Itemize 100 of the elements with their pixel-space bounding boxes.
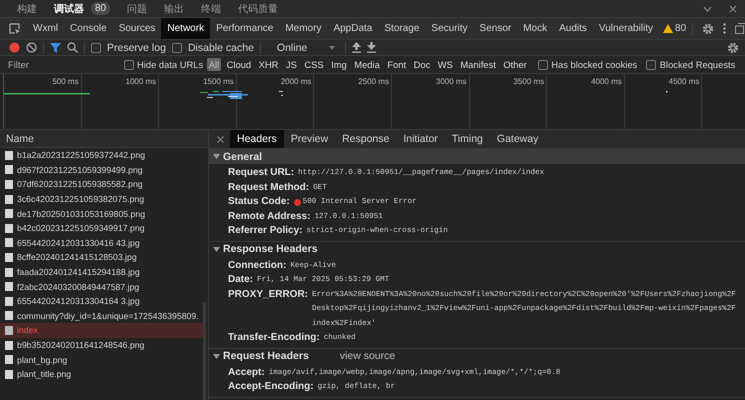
type-filter[interactable]: Img [329, 58, 349, 71]
devtools-tab[interactable]: Audits [553, 18, 593, 39]
devtools-tab[interactable]: Network [161, 18, 210, 39]
request-row[interactable]: plant_title.png [0, 366, 203, 382]
panel-tab[interactable]: 问题 [127, 2, 148, 16]
type-filter[interactable]: Manifest [458, 58, 498, 71]
devtools-tab[interactable]: Mock [517, 18, 554, 39]
search-icon[interactable] [67, 42, 78, 53]
section-header[interactable]: Response Headers [209, 242, 745, 256]
preserve-log-label: Preserve log [107, 42, 166, 54]
checkbox[interactable] [172, 42, 182, 52]
panel-tab[interactable]: 终端 [201, 2, 222, 16]
devtools-tab[interactable]: Memory [279, 18, 328, 39]
devtools-tab[interactable]: Wxml [27, 18, 64, 39]
request-row[interactable]: faada202401241415294188.jpg [0, 264, 203, 280]
request-row[interactable]: plant_bg.png [0, 352, 203, 367]
download-icon[interactable] [367, 42, 376, 53]
type-filter[interactable]: Doc [412, 58, 432, 71]
close-icon[interactable] [729, 4, 737, 12]
devtools-tab[interactable]: AppData [327, 18, 378, 39]
checkbox[interactable] [538, 60, 548, 70]
type-filter[interactable]: Other [501, 58, 529, 71]
panel-tab[interactable]: 构建 [17, 2, 37, 16]
type-filter[interactable]: Media [352, 58, 382, 71]
header-name: Connection: [228, 258, 286, 272]
request-name: 3c6c4202312251059382075.png [17, 194, 144, 204]
details-tab[interactable]: Preview [284, 130, 336, 148]
count-badge: 80 [91, 2, 110, 15]
close-icon[interactable] [217, 136, 224, 142]
request-row[interactable]: de17b202501031053169805.png [0, 206, 203, 221]
type-filter[interactable]: CSS [302, 58, 326, 71]
request-name: plant_bg.png [17, 354, 68, 365]
request-name: b42c0202312251059349917.png [17, 223, 145, 234]
type-filter[interactable]: Cloud [224, 58, 254, 71]
request-row[interactable]: 8cffe202401241415128503.jpg [0, 250, 203, 265]
tick-label: 1500 ms [203, 77, 234, 86]
blocked-requests-label: Blocked Requests [660, 59, 736, 70]
warning-count[interactable]: 80 [663, 23, 686, 34]
header-name: Status Code: [228, 195, 290, 209]
caret-icon [329, 46, 336, 50]
header-name: Request URL: [228, 166, 294, 180]
chevron-down-icon[interactable] [703, 6, 712, 12]
record-icon[interactable] [9, 42, 20, 53]
request-name: 07df6202312251059385582.png [17, 179, 143, 190]
devtools-tab[interactable]: Sensor [474, 18, 518, 39]
devtools-tab[interactable]: Sources [112, 18, 162, 39]
request-row[interactable]: b9b35202402011641248546.png [0, 338, 203, 352]
details-tab[interactable]: Timing [444, 130, 490, 148]
panel-tab[interactable]: 代码质量 [238, 2, 278, 16]
type-filter[interactable]: JS [284, 58, 299, 71]
devtools-tab[interactable]: Console [64, 18, 113, 39]
request-row[interactable]: b42c0202312251059349917.png [0, 220, 203, 236]
inspect-icon[interactable] [9, 22, 21, 34]
request-name: d967f202312251059399499.png [17, 164, 143, 175]
header-name: Transfer-Encoding: [228, 331, 320, 345]
request-row[interactable]: b1a2a202312251059372442.png [0, 148, 203, 163]
request-row[interactable]: index [0, 323, 203, 338]
details-tab[interactable]: Headers [230, 130, 284, 148]
dock-icon[interactable] [735, 23, 745, 34]
filter-icon[interactable] [50, 42, 61, 52]
devtools-tab[interactable]: Performance [210, 18, 280, 39]
devtools-tab[interactable]: Vulnerability [592, 18, 660, 39]
settings-icon[interactable] [702, 22, 714, 34]
request-row[interactable]: 655442024120313304164 3.jpg [0, 294, 203, 309]
details-tab[interactable]: Response [335, 130, 396, 148]
more-icon[interactable] [723, 23, 726, 34]
section-header[interactable]: General [209, 149, 745, 164]
request-name: f2abc202403200849447587.jpg [17, 282, 140, 292]
request-row[interactable]: d967f202312251059399499.png [0, 162, 203, 178]
details-tab[interactable]: Initiator [396, 130, 445, 148]
tick-label: 1000 ms [126, 77, 156, 86]
throttling-dropdown[interactable]: Online [272, 42, 340, 54]
settings-icon[interactable] [727, 42, 739, 54]
clear-icon[interactable] [26, 42, 37, 53]
request-name: b1a2a202312251059372442.png [17, 150, 146, 160]
devtools-tab[interactable]: Security [425, 18, 474, 39]
request-name: 655442024120313304164 3.jpg [17, 296, 140, 306]
type-filter[interactable]: WS [436, 58, 455, 71]
devtools-tab[interactable]: Storage [378, 18, 426, 39]
column-header[interactable]: Name [0, 130, 208, 148]
filter-field[interactable]: Filter [0, 56, 120, 73]
request-row[interactable]: community?diy_id=1&unique=1725436395809. [0, 308, 203, 324]
request-row[interactable]: f2abc202403200849447587.jpg [0, 279, 203, 294]
type-filter[interactable]: Font [385, 58, 408, 71]
request-row[interactable]: 65544202412031330416 43.jpg [0, 236, 203, 250]
view-source-link[interactable]: view source [340, 350, 396, 362]
section-header[interactable]: Request Headers view source [209, 348, 745, 364]
panel-tab[interactable]: 调试器 [54, 2, 84, 16]
request-row[interactable]: 3c6c4202312251059382075.png [0, 192, 203, 206]
upload-icon[interactable] [352, 42, 362, 53]
panel-tab[interactable]: 输出 [164, 2, 184, 16]
warning-icon [663, 24, 674, 33]
tick-label: 3500 ms [513, 77, 544, 86]
checkbox[interactable] [646, 60, 656, 70]
type-filter[interactable]: XHR [256, 58, 280, 71]
header-name: Accept-Encoding: [228, 380, 314, 394]
checkbox[interactable] [124, 60, 134, 70]
request-row[interactable]: 07df6202312251059385582.png [0, 177, 203, 192]
checkbox[interactable] [91, 42, 101, 52]
details-tab[interactable]: Gateway [490, 130, 546, 148]
